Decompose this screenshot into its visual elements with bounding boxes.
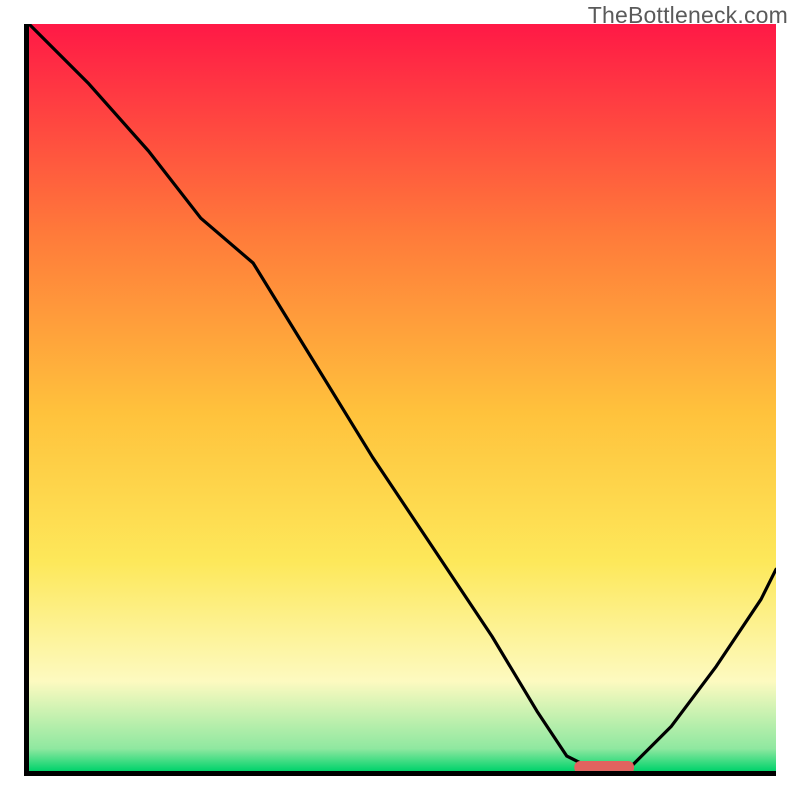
plot-area: [24, 24, 776, 776]
optimum-marker: [574, 761, 634, 771]
bottleneck-chart: TheBottleneck.com: [0, 0, 800, 800]
gradient-background: [29, 24, 776, 771]
plot-svg: [29, 24, 776, 771]
